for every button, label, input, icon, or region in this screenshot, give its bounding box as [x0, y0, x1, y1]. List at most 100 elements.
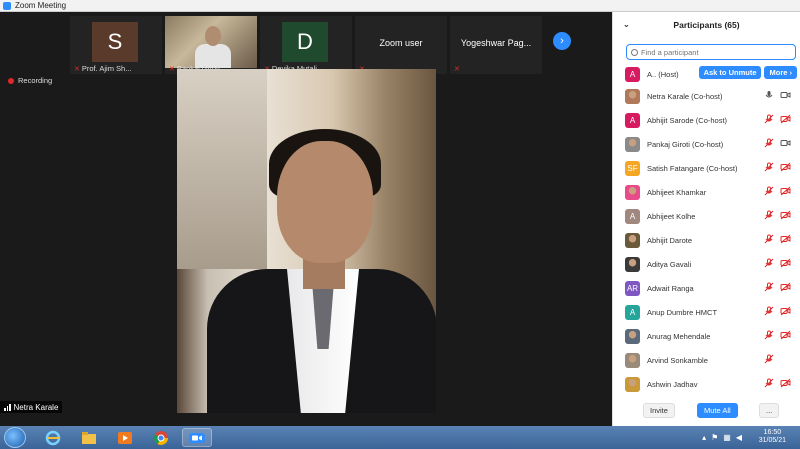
participant-avatar	[625, 232, 640, 248]
participant-row[interactable]: Anurag Mehendale	[613, 324, 800, 348]
tray-arrow-icon[interactable]: ▴	[702, 433, 706, 442]
video-area: S ✕Prof. Ajim Sh... ✕Pankaj Giroti D ✕De…	[0, 12, 612, 426]
participant-row[interactable]: AR Adwait Ranga	[613, 276, 800, 300]
file-explorer-icon[interactable]	[74, 428, 104, 447]
title-bar: Zoom Meeting	[0, 0, 800, 12]
system-tray: ▴ ⚑ ▦ ◀	[702, 433, 742, 442]
recording-indicator: Recording	[8, 76, 52, 85]
participant-row[interactable]: Pankaj Giroti (Co-host)	[613, 132, 800, 156]
participant-row[interactable]: A Anup Dumbre HMCT	[613, 300, 800, 324]
recording-label: Recording	[18, 76, 53, 85]
participant-avatar: D	[282, 22, 328, 62]
participant-avatar	[625, 136, 640, 152]
volume-icon[interactable]: ◀	[736, 433, 742, 442]
video-tile[interactable]: Zoom user ✕	[355, 16, 447, 74]
window-title: Zoom Meeting	[15, 1, 67, 10]
mic-muted-icon	[764, 279, 774, 297]
participant-name: Adwait Ranga	[647, 283, 694, 293]
zoom-window: Zoom Meeting S ✕Prof. Ajim Sh... ✕Pankaj…	[0, 0, 800, 449]
more-button[interactable]: More ›	[764, 66, 797, 79]
participants-title: Participants (65)	[673, 20, 740, 30]
participant-search[interactable]	[626, 44, 796, 60]
video-off-icon	[780, 255, 791, 273]
participant-name: Aditya Gavali	[647, 259, 692, 269]
clock-time: 16:50	[763, 429, 782, 436]
collapse-chevron-icon[interactable]: ⌄	[623, 20, 630, 29]
participant-avatar: A	[625, 66, 640, 82]
video-off-icon	[780, 375, 791, 393]
video-tile[interactable]: ✕Pankaj Giroti	[165, 16, 257, 74]
participants-panel: ⌄ Participants (65) A A.. (Host) Ask to …	[612, 12, 800, 426]
signal-bars-icon	[4, 403, 11, 411]
video-tile[interactable]: S ✕ Prof. Ajim Sh...	[70, 16, 162, 74]
participant-avatar: A	[625, 304, 640, 320]
participant-row[interactable]: Netra Karale (Co-host)	[613, 84, 800, 108]
participant-name: Abhijit Darote	[647, 235, 693, 245]
participant-row[interactable]: Arvind Sonkamble	[613, 348, 800, 372]
tile-name: Zoom user	[379, 38, 423, 48]
participant-video	[165, 16, 257, 68]
video-tile[interactable]: Yogeshwar Pag... ✕	[450, 16, 542, 74]
muted-mic-icon: ✕	[169, 65, 175, 73]
participant-avatar: AR	[625, 280, 640, 296]
participant-avatar: SF	[625, 160, 640, 176]
video-on-icon	[780, 87, 791, 105]
participant-name: Netra Karale (Co-host)	[647, 91, 723, 101]
video-off-icon	[780, 159, 791, 177]
ask-to-unmute-button[interactable]: Ask to Unmute	[698, 66, 762, 79]
next-page-button[interactable]: ›	[553, 32, 571, 50]
video-tile[interactable]: D ✕Devika Mutali...	[260, 16, 352, 74]
mic-on-icon	[764, 87, 774, 105]
speaker-name-label: Netra Karale	[0, 401, 63, 413]
search-icon	[631, 48, 638, 56]
participant-avatar	[625, 256, 640, 272]
participant-row[interactable]: A Abhijit Sarode (Co-host)	[613, 108, 800, 132]
participant-name: A.. (Host)	[647, 69, 679, 79]
mic-muted-icon	[764, 375, 774, 393]
participant-avatar	[625, 88, 640, 104]
video-off-icon	[780, 111, 791, 129]
participant-avatar: A	[625, 112, 640, 128]
video-off-icon	[780, 183, 791, 201]
participant-name: Arvind Sonkamble	[647, 355, 708, 365]
participant-row[interactable]: Abhijit Darote	[613, 228, 800, 252]
participant-row-host[interactable]: A A.. (Host) Ask to Unmute More ›	[613, 64, 800, 84]
chevron-right-icon: ›	[560, 35, 564, 47]
taskbar-clock[interactable]: 16:50 31/05/21	[759, 429, 786, 445]
video-strip: S ✕Prof. Ajim Sh... ✕Pankaj Giroti D ✕De…	[70, 16, 578, 74]
muted-mic-icon: ✕	[74, 65, 80, 73]
participant-name: Ashwin Jadhav	[647, 379, 698, 389]
participant-name: Satish Fatangare (Co-host)	[647, 163, 738, 173]
internet-explorer-icon[interactable]	[38, 428, 68, 447]
network-icon[interactable]: ▦	[723, 433, 731, 442]
participant-name: Anup Dumbre HMCT	[647, 307, 718, 317]
search-input[interactable]	[641, 47, 781, 57]
muted-mic-icon: ✕	[454, 66, 460, 73]
clock-date: 31/05/21	[758, 437, 786, 444]
participant-name: Abhijit Sarode (Co-host)	[647, 115, 728, 125]
media-player-icon[interactable]	[110, 428, 140, 447]
chrome-icon[interactable]	[146, 428, 176, 447]
windows-start-icon[interactable]	[4, 427, 26, 448]
mic-muted-icon	[764, 255, 774, 273]
mute-all-button[interactable]: Mute All	[697, 402, 738, 418]
participant-row[interactable]: Ashwin Jadhav	[613, 372, 800, 396]
more-options-button[interactable]: ...	[759, 402, 780, 418]
participant-row[interactable]: A Abhijeet Kolhe	[613, 204, 800, 228]
participant-row[interactable]: Aditya Gavali	[613, 252, 800, 276]
video-on-icon	[780, 135, 791, 153]
mic-muted-icon	[764, 231, 774, 249]
participant-avatar	[625, 184, 640, 200]
participant-list: A A.. (Host) Ask to Unmute More › Netra …	[613, 66, 800, 396]
participant-row[interactable]: Abhijeet Khamkar	[613, 180, 800, 204]
flag-icon[interactable]: ⚑	[711, 433, 718, 442]
participants-footer: Invite Mute All ...	[613, 402, 800, 418]
zoom-taskbar-icon[interactable]	[182, 428, 212, 447]
active-speaker-video	[177, 69, 436, 413]
video-off-icon	[780, 327, 791, 345]
invite-button[interactable]: Invite	[643, 402, 675, 418]
mic-muted-icon	[764, 351, 774, 369]
record-dot-icon	[8, 77, 14, 84]
mic-muted-icon	[764, 135, 774, 153]
participant-row[interactable]: SF Satish Fatangare (Co-host)	[613, 156, 800, 180]
